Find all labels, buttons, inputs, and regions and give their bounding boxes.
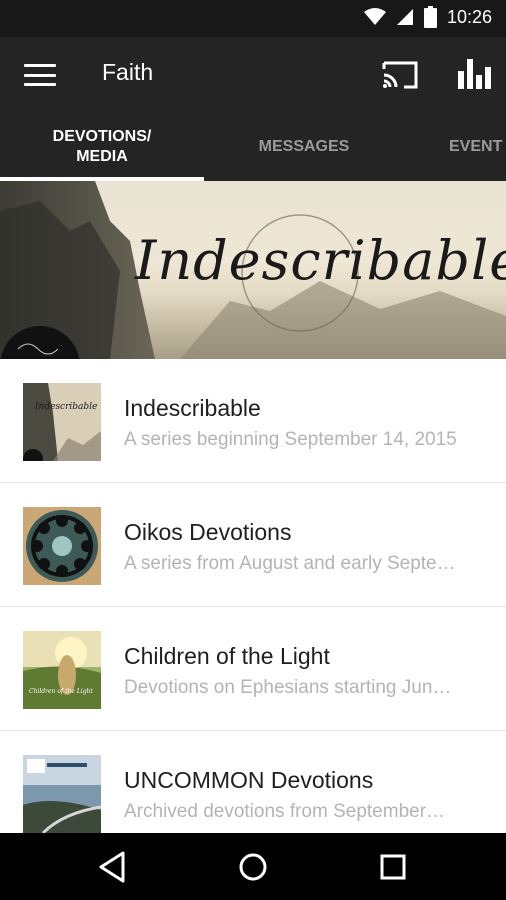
recents-icon[interactable] [373,847,413,887]
home-icon[interactable] [233,847,273,887]
tab-devotions-media[interactable]: DEVOTIONS/ MEDIA [0,113,204,181]
thumbnail-art [23,755,101,833]
item-subtitle: Devotions on Ephesians starting Jun… [124,677,452,698]
series-list: Indescribable Indescribable A series beg… [0,359,506,833]
thumbnail-indescribable: Indescribable [23,383,101,461]
item-subtitle: A series from August and early Septe… [124,553,456,574]
cast-icon[interactable] [378,57,422,93]
back-icon[interactable] [93,847,133,887]
app-bar: Faith [0,37,506,113]
list-item-uncommon-devotions[interactable]: UNCOMMON Devotions Archived devotions fr… [0,731,506,833]
tab-events[interactable]: EVENT [404,113,506,181]
item-title: UNCOMMON Devotions [124,767,374,793]
item-title: Oikos Devotions [124,519,292,545]
tab-bar: DEVOTIONS/ MEDIA MESSAGES EVENT [0,113,506,181]
thumbnail-uncommon [23,755,101,833]
item-subtitle: Archived devotions from September… [124,801,446,822]
tab-label-line2: MEDIA [76,148,128,165]
wifi-icon [363,8,386,25]
series-banner[interactable]: Indescribable [0,181,506,359]
thumb-label: Children of the Light [29,688,93,695]
thumb-label: Indescribable [34,402,97,412]
status-icons: 10:26 [363,6,492,28]
signal-icon [396,9,413,25]
list-item-children-of-the-light[interactable]: Children of the Light Children of the Li… [0,607,506,731]
list-item-oikos-devotions[interactable]: Oikos Devotions A series from August and… [0,483,506,607]
menu-icon[interactable] [22,61,58,89]
system-nav-bar [0,833,506,900]
status-bar: 10:26 [0,0,506,37]
tab-messages[interactable]: MESSAGES [204,113,404,181]
banner-title: Indescribable [135,229,506,292]
item-title: Children of the Light [124,643,330,669]
tab-label-line1: DEVOTIONS/ [52,128,152,145]
thumbnail-art: Children of the Light [23,631,101,709]
app-title: Faith [102,59,154,85]
thumbnail-children-of-light: Children of the Light [23,631,101,709]
list-item-indescribable[interactable]: Indescribable Indescribable A series beg… [0,359,506,483]
item-subtitle: A series beginning September 14, 2015 [124,429,457,450]
thumbnail-art [23,507,101,585]
battery-icon [423,6,437,28]
thumbnail-oikos [23,507,101,585]
bar-chart-icon[interactable] [452,55,494,95]
thumbnail-art: Indescribable [23,383,101,461]
status-time: 10:26 [446,6,492,27]
item-title: Indescribable [124,395,261,421]
